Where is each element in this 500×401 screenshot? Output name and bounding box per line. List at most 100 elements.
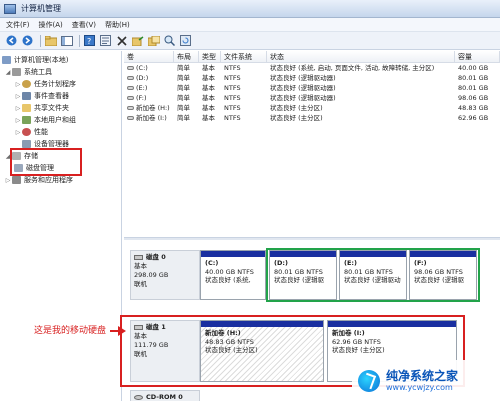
layout-cell: 简单 <box>177 64 190 72</box>
filesystem-cell: NTFS <box>224 104 241 112</box>
volume-icon <box>127 66 134 70</box>
filesystem-cell: NTFS <box>224 84 241 92</box>
refresh-icon[interactable] <box>179 34 192 47</box>
expand-arrow-icon[interactable]: ▷ <box>14 93 22 100</box>
volume-cell: (D:) <box>124 73 174 83</box>
expand-arrow-icon[interactable]: ▷ <box>14 117 22 124</box>
cd-drive-icon <box>134 395 143 400</box>
volume-cell: (C:) <box>124 63 174 73</box>
event-viewer-icon <box>22 92 31 100</box>
export-icon[interactable] <box>131 34 144 47</box>
column-header-layout[interactable]: 布局 <box>174 51 199 62</box>
menu-view[interactable]: 查看(V) <box>72 20 96 30</box>
delete-icon[interactable] <box>115 34 128 47</box>
disk-0-name: 磁盘 0 <box>146 253 166 261</box>
table-row[interactable]: (D:) 简单 基本 NTFS 状态良好 (逻辑驱动器) 80.01 GB <box>124 73 500 83</box>
type-cell: 基本 <box>202 74 215 82</box>
tree-item-event-viewer[interactable]: ▷ 事件查看器 <box>0 90 121 102</box>
menu-file[interactable]: 文件(F) <box>6 20 30 30</box>
expand-arrow-icon[interactable]: ▷ <box>14 105 22 112</box>
tree-item-label: 系统工具 <box>24 68 52 76</box>
partition-c[interactable]: (C:) 40.00 GB NTFS 状态良好 (系统, <box>200 250 266 300</box>
type-cell: 基本 <box>202 94 215 102</box>
toolbar: ? <box>0 32 500 50</box>
tree-item-system-tools[interactable]: ◢ 系统工具 <box>0 66 121 78</box>
toolbar-separator <box>40 34 41 47</box>
watermark-logo-icon <box>358 369 380 392</box>
cdrom-0-name: CD-ROM 0 <box>146 393 183 401</box>
extended-partition-highlight <box>266 248 480 302</box>
layout-cell: 简单 <box>177 104 190 112</box>
capacity-cell: 48.83 GB <box>458 104 489 112</box>
copy-icon[interactable] <box>147 34 160 47</box>
capacity-cell: 62.96 GB <box>458 114 489 122</box>
table-row[interactable]: 新加卷 (H:) 简单 基本 NTFS 状态良好 (主分区) 48.83 GB <box>124 103 500 113</box>
forward-icon[interactable] <box>21 34 34 47</box>
search-icon[interactable] <box>163 34 176 47</box>
table-row[interactable]: (F:) 简单 基本 NTFS 状态良好 (逻辑驱动器) 98.06 GB <box>124 93 500 103</box>
volume-icon <box>127 86 134 90</box>
tree-item-label: 共享文件夹 <box>34 104 69 112</box>
volume-name: (D:) <box>136 74 149 82</box>
title-bar: 计算机管理 <box>0 0 500 18</box>
column-header-status[interactable]: 状态 <box>267 51 455 62</box>
tree-item-task-scheduler[interactable]: ▷ 任务计划程序 <box>0 78 121 90</box>
partition-body: (C:) 40.00 GB NTFS 状态良好 (系统, <box>201 257 265 287</box>
status-cell: 状态良好 (系统, 启动, 页面文件, 活动, 故障转储, 主分区) <box>270 64 435 72</box>
disk-0-label[interactable]: 磁盘 0 基本 298.09 GB 联机 <box>130 250 200 300</box>
tree-item-shared-folders[interactable]: ▷ 共享文件夹 <box>0 102 121 114</box>
volume-cell: (E:) <box>124 83 174 93</box>
expand-arrow-icon[interactable]: ▷ <box>14 81 22 88</box>
computer-management-icon <box>4 3 16 14</box>
partition-status: 状态良好 (系统, <box>205 276 251 284</box>
type-cell: 基本 <box>202 64 215 72</box>
volume-list: 卷 布局 类型 文件系统 状态 容量 (C:) 简单 基本 NTFS 状态良好 … <box>124 51 500 237</box>
expand-arrow-icon[interactable]: ▷ <box>14 129 22 136</box>
volume-icon <box>127 96 134 100</box>
tree-item-computer-management[interactable]: 计算机管理(本地) <box>0 54 121 66</box>
folder-up-icon[interactable] <box>44 34 57 47</box>
watermark-text: 纯净系统之家 www.ycwjzy.com <box>386 369 458 392</box>
navigation-tree: 计算机管理(本地) ◢ 系统工具 ▷ 任务计划程序 ▷ 事件查看器 ▷ 共享文件… <box>0 51 122 401</box>
column-header-volume[interactable]: 卷 <box>124 51 174 62</box>
volume-icon <box>127 116 134 120</box>
disk-0-type: 基本 <box>134 262 147 270</box>
tree-item-label: 本地用户和组 <box>34 116 76 124</box>
annotation-arrow-head <box>118 326 126 336</box>
watermark-url: www.ycwjzy.com <box>386 383 453 392</box>
users-icon <box>22 116 31 124</box>
watermark: 纯净系统之家 www.ycwjzy.com <box>352 360 500 401</box>
volume-icon <box>127 106 134 110</box>
cdrom-0-label[interactable]: CD-ROM 0 <box>130 390 200 401</box>
volume-icon <box>127 76 134 80</box>
help-icon[interactable]: ? <box>83 34 96 47</box>
tree-item-label: 计算机管理(本地) <box>14 56 69 64</box>
table-row[interactable]: (E:) 简单 基本 NTFS 状态良好 (逻辑驱动器) 80.01 GB <box>124 83 500 93</box>
properties-icon[interactable] <box>99 34 112 47</box>
capacity-cell: 40.00 GB <box>458 64 489 72</box>
capacity-cell: 98.06 GB <box>458 94 489 102</box>
layout-cell: 简单 <box>177 84 190 92</box>
back-icon[interactable] <box>5 34 18 47</box>
column-header-capacity[interactable]: 容量 <box>455 51 500 62</box>
menu-action[interactable]: 操作(A) <box>39 20 63 30</box>
table-row[interactable]: 新加卷 (I:) 简单 基本 NTFS 状态良好 (主分区) 62.96 GB <box>124 113 500 123</box>
clock-icon <box>22 80 31 88</box>
status-cell: 状态良好 (逻辑驱动器) <box>270 94 336 102</box>
layout-cell: 简单 <box>177 114 190 122</box>
table-row[interactable]: (C:) 简单 基本 NTFS 状态良好 (系统, 启动, 页面文件, 活动, … <box>124 63 500 73</box>
services-icon <box>12 176 21 184</box>
capacity-cell: 80.01 GB <box>458 84 489 92</box>
tree-item-label: 服务和应用程序 <box>24 176 73 184</box>
tree-item-performance[interactable]: ▷ 性能 <box>0 126 121 138</box>
type-cell: 基本 <box>202 84 215 92</box>
volume-name: 新加卷 (H:) <box>136 104 170 112</box>
column-header-type[interactable]: 类型 <box>199 51 221 62</box>
computer-management-icon <box>2 56 11 64</box>
column-header-filesystem[interactable]: 文件系统 <box>221 51 267 62</box>
menu-help[interactable]: 帮助(H) <box>105 20 130 30</box>
tree-item-local-users[interactable]: ▷ 本地用户和组 <box>0 114 121 126</box>
show-hide-tree-icon[interactable] <box>60 34 73 47</box>
expand-arrow-icon[interactable]: ▷ <box>4 177 12 184</box>
collapse-arrow-icon[interactable]: ◢ <box>4 69 12 76</box>
